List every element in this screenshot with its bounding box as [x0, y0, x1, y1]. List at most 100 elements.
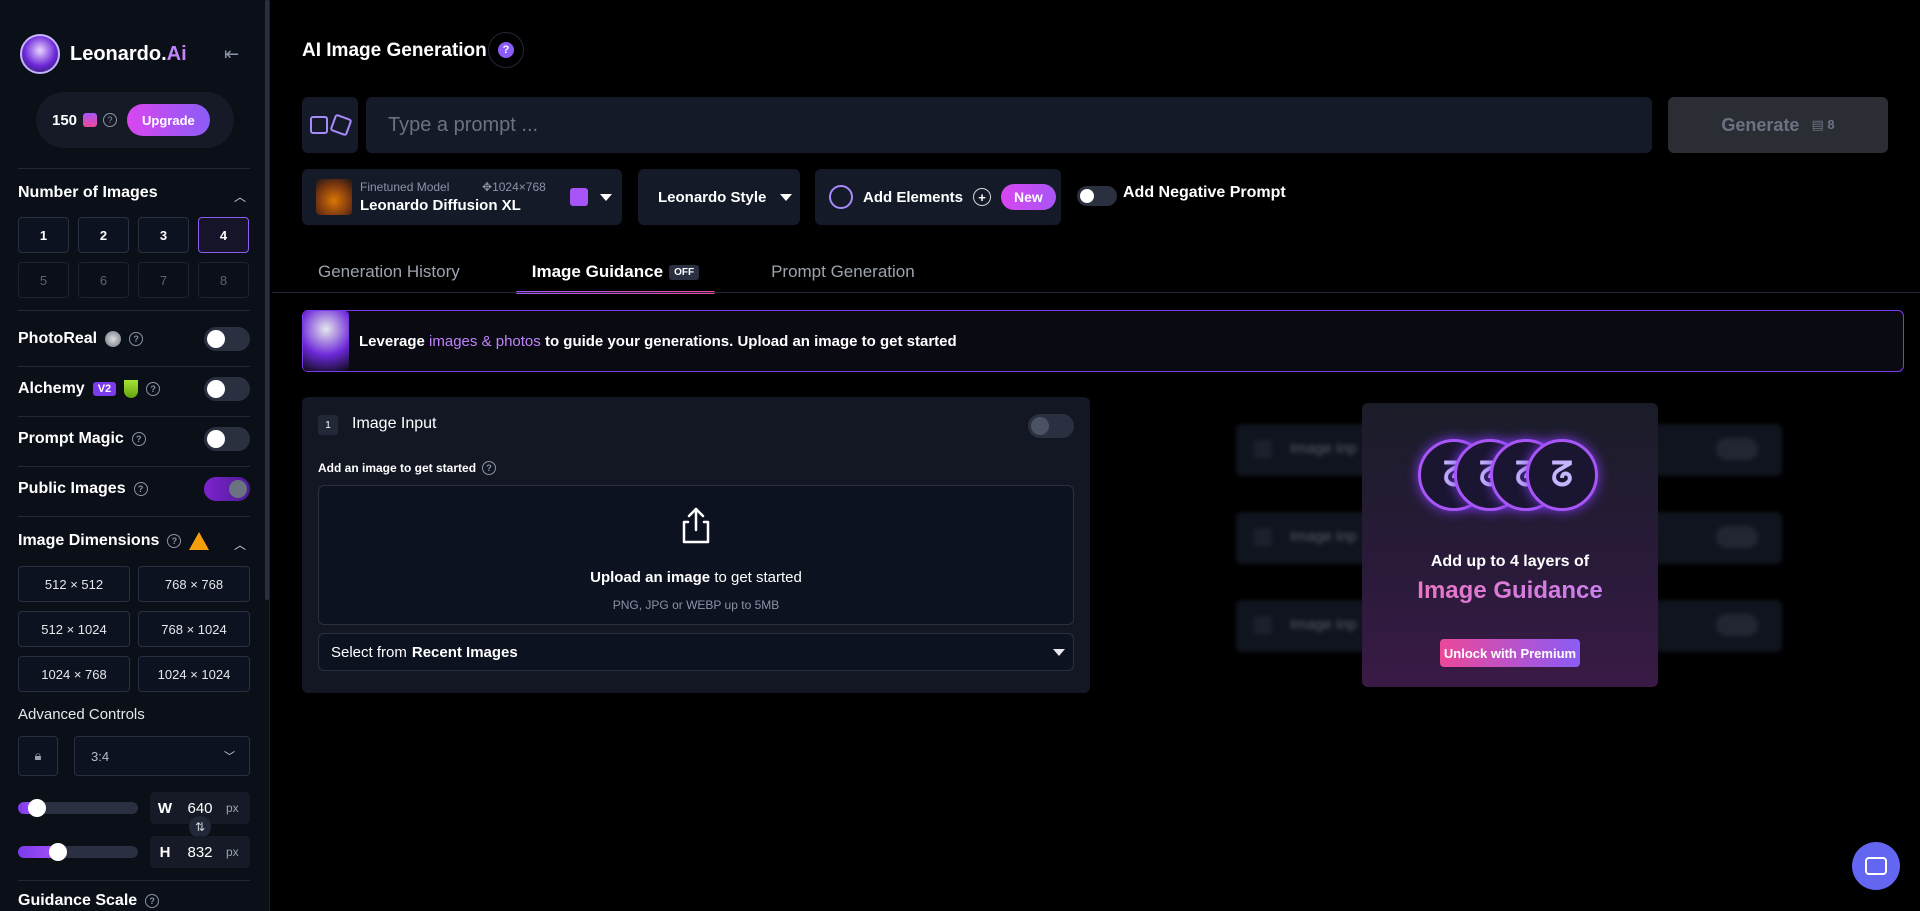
height-slider[interactable] [18, 843, 138, 861]
promo-heading: Add up to 4 layers of [1430, 553, 1590, 570]
add-elements-button[interactable]: Add Elements + New [815, 169, 1061, 225]
add-image-label: Add an image to get started ? [318, 461, 497, 475]
upload-dropzone[interactable]: Upload an image to get started PNG, JPG … [318, 485, 1074, 625]
chevron-up-icon[interactable]: ︿ [234, 536, 246, 553]
image-count-5[interactable]: 5 [18, 262, 69, 298]
width-value[interactable]: 640 [180, 800, 220, 817]
height-field[interactable]: H 832 px [150, 836, 250, 868]
image-dimensions-help-icon[interactable]: ? [167, 534, 182, 548]
collapse-sidebar-icon[interactable]: ⇤ [224, 44, 239, 65]
help-icon: ? [498, 42, 514, 58]
add-image-help-icon[interactable]: ? [482, 461, 497, 475]
guidance-banner: Leverage images & photos to guide your g… [302, 310, 1904, 372]
prompt-magic-toggle[interactable] [204, 427, 250, 451]
aspect-lock-button[interactable]: 🔒︎ [18, 736, 58, 776]
image-input-toggle[interactable] [1028, 414, 1074, 438]
chat-support-button[interactable] [1852, 842, 1900, 890]
model-selector[interactable]: Finetuned Model ✥1024×768 Leonardo Diffu… [302, 169, 622, 225]
wizard-illustration [303, 311, 349, 371]
page-help-button[interactable]: ? [488, 32, 524, 68]
image-count-3[interactable]: 3 [138, 217, 189, 253]
aspect-ratio-select[interactable]: 3:4 ﹀ [74, 736, 250, 776]
page-title: AI Image Generation [302, 40, 487, 61]
guidance-scale-title[interactable]: Guidance Scale ? [18, 892, 160, 910]
unlock-premium-button[interactable]: Unlock with Premium [1440, 639, 1580, 667]
brand[interactable]: Leonardo.Ai [20, 34, 187, 74]
dimension-option[interactable]: 1024 × 1024 [138, 656, 250, 692]
recent-images-select[interactable]: Select from Recent Images [318, 633, 1074, 671]
dimension-option[interactable]: 512 × 1024 [18, 611, 130, 647]
photoreal-row: PhotoReal ? [18, 327, 250, 351]
photoreal-help-icon[interactable]: ? [129, 332, 144, 346]
generate-cost: ▤ 8 [1811, 117, 1835, 132]
sidebar: Leonardo.Ai ⇤ 150 ? Upgrade Number of Im… [0, 0, 270, 911]
aspect-ratio-value: 3:4 [91, 748, 110, 764]
height-value[interactable]: 832 [180, 844, 220, 861]
dimension-option[interactable]: 512 × 512 [18, 566, 130, 602]
image-count-8[interactable]: 8 [198, 262, 249, 298]
image-count-7[interactable]: 7 [138, 262, 189, 298]
height-slider-handle[interactable] [48, 843, 67, 861]
dimension-option[interactable]: 768 × 768 [138, 566, 250, 602]
model-details-icon[interactable] [570, 188, 588, 206]
style-selector[interactable]: Leonardo Style [638, 169, 800, 225]
photoreal-toggle[interactable] [204, 327, 250, 351]
public-images-help-icon[interactable]: ? [133, 482, 148, 496]
image-input-title: Image Input [352, 415, 437, 432]
step-number [1254, 528, 1272, 546]
alchemy-help-icon[interactable]: ? [146, 382, 161, 396]
negative-prompt-label[interactable]: Add Negative Prompt [1123, 184, 1286, 202]
guidance-scale-help-icon[interactable]: ? [145, 894, 160, 908]
photoreal-icon [105, 331, 122, 347]
width-slider[interactable] [18, 799, 138, 817]
alchemy-version-badge: V2 [92, 382, 117, 396]
image-count-1[interactable]: 1 [18, 217, 69, 253]
dice-icon [329, 113, 353, 137]
tab-image-guidance[interactable]: Image Guidance OFF [515, 258, 716, 294]
model-type: Finetuned Model [360, 180, 450, 194]
model-thumbnail [316, 179, 352, 215]
number-of-images-title[interactable]: Number of Images [18, 184, 158, 202]
divider [18, 516, 250, 517]
alchemy-toggle[interactable] [204, 377, 250, 401]
divider [18, 168, 250, 169]
swap-dimensions-icon[interactable]: ⇅ [189, 816, 211, 838]
token-icon [83, 113, 98, 127]
dimension-option[interactable]: 1024 × 768 [18, 656, 130, 692]
tab-generation-history[interactable]: Generation History [302, 258, 476, 294]
image-dimensions-grid: 512 × 512 768 × 768 512 × 1024 768 × 102… [18, 566, 250, 692]
image-dimensions-title[interactable]: Image Dimensions ? [18, 532, 210, 550]
upload-icon [682, 507, 710, 544]
alchemy-label: Alchemy [18, 380, 85, 397]
public-images-label: Public Images [18, 480, 126, 497]
banner-text: Leverage images & photos to guide your g… [359, 332, 957, 350]
prompt-input[interactable] [366, 97, 1652, 153]
sidebar-scrollbar[interactable] [265, 0, 269, 600]
chevron-up-icon[interactable]: ︿ [234, 188, 246, 205]
negative-prompt-toggle[interactable] [1077, 186, 1117, 206]
prompt-magic-help-icon[interactable]: ? [131, 432, 146, 446]
banner-link[interactable]: images & photos [429, 333, 541, 350]
prompt-magic-label: Prompt Magic [18, 430, 124, 447]
advanced-controls-label[interactable]: Advanced Controls [18, 706, 145, 723]
upgrade-button[interactable]: Upgrade [127, 104, 210, 136]
photoreal-label: PhotoReal [18, 330, 98, 347]
height-label: H [159, 843, 171, 861]
generate-button[interactable]: Generate ▤ 8 [1668, 97, 1888, 153]
height-unit: px [226, 845, 239, 859]
image-count-2[interactable]: 2 [78, 217, 129, 253]
warning-icon [189, 532, 210, 550]
credits-help-icon[interactable]: ? [103, 113, 118, 127]
step-number [1254, 440, 1272, 458]
add-elements-label: Add Elements [863, 188, 964, 206]
width-slider-handle[interactable] [28, 799, 47, 817]
image-count-4[interactable]: 4 [198, 217, 249, 253]
random-prompt-button[interactable] [302, 97, 358, 153]
tab-prompt-generation[interactable]: Prompt Generation [755, 258, 931, 294]
locked-card-title: Image Inp [1290, 528, 1357, 545]
public-images-toggle[interactable] [204, 477, 250, 501]
caret-down-icon [600, 194, 612, 201]
dimension-option[interactable]: 768 × 1024 [138, 611, 250, 647]
image-count-6[interactable]: 6 [78, 262, 129, 298]
divider [18, 466, 250, 467]
